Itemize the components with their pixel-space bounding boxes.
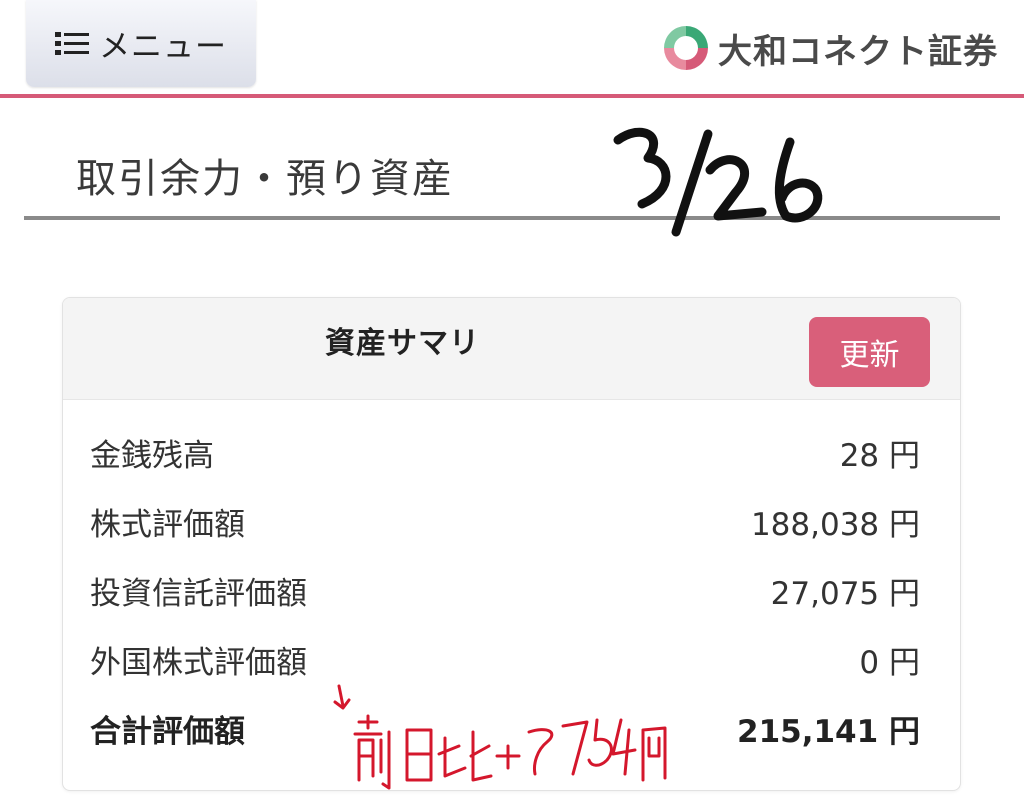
brand-logo-icon: [664, 26, 708, 70]
row-label: 金銭残高: [90, 438, 214, 474]
row-value: 28 円: [839, 438, 920, 474]
menu-label: メニュー: [99, 29, 227, 65]
card-header: 資産サマリ 更新: [63, 298, 960, 400]
summary-row: 金銭残高 28 円: [63, 418, 960, 487]
row-label: 合計評価額: [90, 714, 245, 750]
row-value: 188,038 円: [750, 507, 920, 543]
row-value: 0 円: [859, 645, 920, 681]
list-icon: [55, 31, 89, 55]
row-label: 株式評価額: [90, 507, 245, 543]
row-value: 27,075 円: [770, 576, 920, 612]
row-label: 外国株式評価額: [90, 645, 307, 681]
page: メニュー 大和コネクト証券 取引余力・預り資産 資産サマリ 更新 金銭残高 28…: [0, 0, 1024, 810]
summary-row: 投資信託評価額 27,075 円: [63, 556, 960, 625]
summary-row: 株式評価額 188,038 円: [63, 487, 960, 556]
row-value: 215,141 円: [737, 714, 920, 750]
handwritten-note: [333, 684, 667, 790]
brand[interactable]: 大和コネクト証券: [660, 22, 998, 74]
row-label: 投資信託評価額: [90, 576, 307, 612]
card-title: 資産サマリ: [325, 326, 480, 361]
handwritten-date: [613, 127, 823, 237]
header-accent-line: [0, 94, 1024, 98]
title-divider: [24, 216, 1000, 220]
page-title: 取引余力・預り資産: [76, 156, 454, 202]
brand-name: 大和コネクト証券: [718, 31, 998, 72]
menu-button[interactable]: メニュー: [26, 0, 256, 87]
refresh-button[interactable]: 更新: [809, 317, 930, 387]
